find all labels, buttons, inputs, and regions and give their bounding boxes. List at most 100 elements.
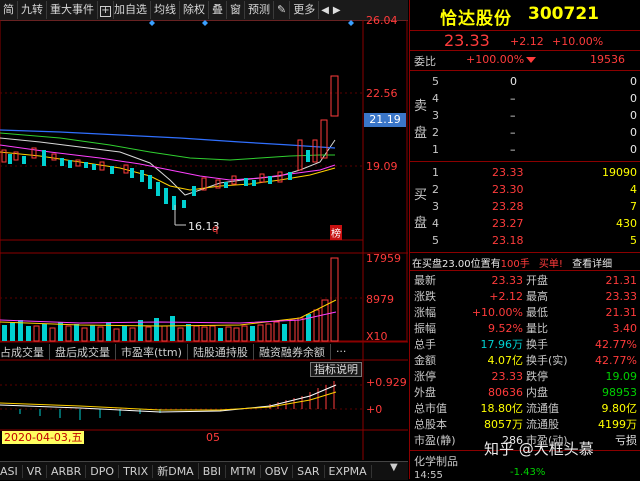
stat-label-2: 内盘 bbox=[526, 386, 548, 399]
stat-value: +10.00% bbox=[471, 306, 523, 319]
sell-volume: 0 bbox=[630, 126, 637, 139]
buy-level-row[interactable]: 4 23.27 430 bbox=[410, 216, 640, 231]
stat-value-2: 23.33 bbox=[605, 290, 638, 303]
toolbar-add-watchlist[interactable]: 加自选 bbox=[114, 1, 151, 19]
indicator-arbr[interactable]: ARBR bbox=[47, 464, 87, 478]
indicator-obv[interactable]: OBV bbox=[261, 464, 294, 478]
last-price: 23.33 bbox=[444, 31, 490, 50]
tab-northbound-holdings[interactable]: 陆股通持股 bbox=[188, 343, 254, 360]
stat-value: 23.33 bbox=[491, 370, 524, 383]
more-tabs-button[interactable]: ··· bbox=[331, 345, 352, 358]
plus-icon[interactable]: + bbox=[98, 1, 114, 19]
stat-label-2: 流通股 bbox=[526, 418, 559, 431]
toolbar-simple[interactable]: 简 bbox=[0, 1, 18, 19]
quote-panel: 恰达股份 300721 23.33 +2.12 +10.00% 委比 +100.… bbox=[409, 0, 640, 481]
weibi-pct: +100.00% bbox=[466, 53, 525, 66]
stat-label: 振幅 bbox=[414, 322, 436, 335]
arrow-right-icon[interactable]: ▶ bbox=[331, 5, 343, 16]
stat-value: 80636 bbox=[488, 386, 523, 399]
toolbar-forecast[interactable]: 预测 bbox=[245, 1, 274, 19]
toolbar-window[interactable]: 窗 bbox=[227, 1, 245, 19]
toolbar-major-events[interactable]: 重大事件 bbox=[47, 1, 98, 19]
sell-level-row[interactable]: 3 – 0 bbox=[410, 108, 640, 123]
stat-row: 外盘 80636 内盘 98953 bbox=[410, 385, 640, 400]
arrow-left-icon[interactable]: ◀ bbox=[319, 5, 331, 16]
indicator-asi[interactable]: ASI bbox=[0, 464, 23, 478]
indicator-trix[interactable]: TRIX bbox=[119, 464, 154, 478]
sell-level-row[interactable]: 5 0 0 bbox=[410, 74, 640, 89]
weibi-label: 委比 bbox=[414, 55, 436, 68]
stat-label: 总股本 bbox=[414, 418, 447, 431]
macd-tick-zero: +0 bbox=[366, 403, 383, 416]
sell-level-row[interactable]: 2 – 0 bbox=[410, 125, 640, 140]
stat-value-2: 亏损 bbox=[615, 434, 637, 447]
stat-value: 17.96万 bbox=[480, 338, 524, 351]
indicator-help-button[interactable]: 指标说明 bbox=[310, 362, 362, 377]
kline-chart[interactable] bbox=[0, 20, 408, 460]
stat-label-2: 换手 bbox=[526, 338, 548, 351]
stat-value-2: 9.80亿 bbox=[601, 402, 638, 415]
tab-turnover[interactable]: 占成交量 bbox=[0, 343, 50, 360]
partial-time: 14:55 bbox=[414, 470, 443, 481]
indicator-dpo[interactable]: DPO bbox=[86, 464, 120, 478]
sell-price: – bbox=[510, 92, 516, 105]
stat-row: 总手 17.96万 换手 42.77% bbox=[410, 337, 640, 352]
stat-value: 4.07亿 bbox=[487, 354, 524, 367]
sell-price: – bbox=[510, 109, 516, 122]
buy-volume: 4 bbox=[630, 183, 637, 196]
stock-code: 300721 bbox=[528, 4, 599, 24]
candlesticks bbox=[1, 75, 339, 210]
indicator-bar: ASI VR ARBR DPO TRIX 新DMA BBI MTM OBV SA… bbox=[0, 461, 408, 480]
buy-price: 23.18 bbox=[492, 234, 524, 247]
indicator-bbi[interactable]: BBI bbox=[199, 464, 227, 478]
sub-chart-tabs: 占成交量 盘后成交量 市盈率(ttm) 陆股通持股 融资融券余额 ··· bbox=[0, 343, 408, 360]
big-order-info[interactable]: 在买盘23.00位置有100手 买单! 查看详细 bbox=[412, 255, 612, 270]
event-marker-icon[interactable] bbox=[348, 20, 354, 26]
buy-level-row[interactable]: 1 23.33 19090 bbox=[410, 165, 640, 180]
indicator-vr[interactable]: VR bbox=[23, 464, 47, 478]
industry-name[interactable]: 化学制品 bbox=[414, 453, 458, 469]
sell-volume: 0 bbox=[630, 143, 637, 156]
buy-level-row[interactable]: 3 23.28 7 bbox=[410, 199, 640, 214]
event-marker-icon[interactable] bbox=[202, 20, 208, 26]
stock-header: 恰达股份 300721 bbox=[410, 0, 640, 31]
tab-margin-balance[interactable]: 融资融券余额 bbox=[254, 343, 331, 360]
toolbar-overlay[interactable]: 叠 bbox=[209, 1, 227, 19]
draw-icon[interactable]: ✎ bbox=[274, 1, 291, 19]
stat-value-2: 98953 bbox=[602, 386, 637, 399]
stat-value-2: 3.40 bbox=[612, 322, 638, 335]
buy-price: 23.33 bbox=[492, 166, 524, 179]
toolbar-exrights[interactable]: 除权 bbox=[180, 1, 209, 19]
buy-level-row[interactable]: 2 23.30 4 bbox=[410, 182, 640, 197]
toolbar-ma[interactable]: 均线 bbox=[151, 1, 180, 19]
dropdown-arrow-icon[interactable]: ▼ bbox=[390, 462, 398, 473]
level-number: 4 bbox=[432, 92, 439, 105]
indicator-mtm[interactable]: MTM bbox=[226, 464, 261, 478]
toolbar-more[interactable]: 更多 bbox=[290, 1, 320, 19]
stat-label: 外盘 bbox=[414, 386, 436, 399]
volume-tick-top: 17959 bbox=[366, 252, 401, 265]
expand-down-icon[interactable] bbox=[526, 57, 536, 63]
watermark: 知乎 @大框头慕 bbox=[484, 440, 594, 458]
stock-name: 恰达股份 bbox=[440, 9, 512, 29]
sell-price: – bbox=[510, 126, 516, 139]
event-marker-icon[interactable] bbox=[149, 20, 155, 26]
buy-volume: 5 bbox=[630, 234, 637, 247]
buy-level-row[interactable]: 5 23.18 5 bbox=[410, 233, 640, 248]
view-detail-link[interactable]: 查看详细 bbox=[572, 259, 612, 270]
indicator-expma[interactable]: EXPMA bbox=[325, 464, 372, 478]
indicator-new-dma[interactable]: 新DMA bbox=[153, 463, 199, 479]
tab-pe-ttm[interactable]: 市盈率(ttm) bbox=[116, 343, 188, 360]
indicator-sar[interactable]: SAR bbox=[293, 464, 325, 478]
stat-label-2: 开盘 bbox=[526, 274, 548, 287]
sell-volume: 0 bbox=[630, 92, 637, 105]
stat-label: 总手 bbox=[414, 338, 436, 351]
tab-after-hours-volume[interactable]: 盘后成交量 bbox=[50, 343, 116, 360]
toolbar-jiuzhuan[interactable]: 九转 bbox=[18, 1, 47, 19]
sell-volume: 0 bbox=[630, 109, 637, 122]
sell-level-row[interactable]: 1 – 0 bbox=[410, 142, 640, 157]
stat-row: 金额 4.07亿 换手(实) 42.77% bbox=[410, 353, 640, 368]
sell-level-row[interactable]: 4 – 0 bbox=[410, 91, 640, 106]
buy-volume: 430 bbox=[616, 217, 637, 230]
ranking-marker[interactable]: 榜 bbox=[330, 225, 342, 240]
